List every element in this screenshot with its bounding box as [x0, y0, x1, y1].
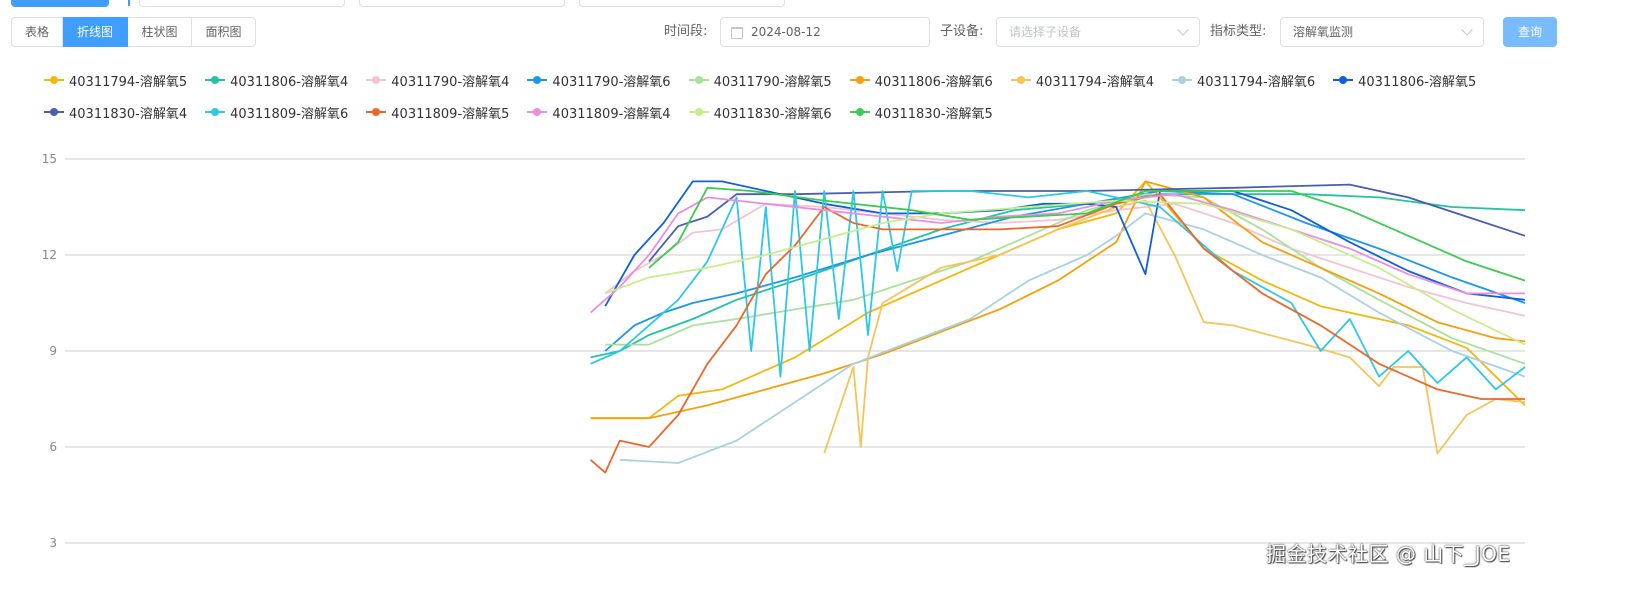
series-line-12: [590, 193, 1525, 474]
series-line-15: [648, 186, 1526, 282]
y-tick-label: 15: [42, 152, 57, 166]
series-line-11: [590, 190, 1526, 391]
watermark: 掘金技术社区 @ 山下_JOE: [1266, 542, 1511, 566]
y-tick-label: 6: [49, 440, 57, 454]
series-line-1: [590, 180, 1526, 420]
y-tick-label: 12: [42, 248, 57, 262]
series-line-9: [604, 180, 1526, 307]
line-chart: 3 6 9 12 15: [42, 152, 1526, 550]
series-line-10: [648, 183, 1526, 262]
y-tick-label: 3: [49, 536, 57, 550]
series-line-6: [590, 180, 1526, 420]
y-tick-label: 9: [49, 344, 57, 358]
series-line-5: [605, 193, 1526, 365]
series-line-8: [619, 212, 1526, 464]
